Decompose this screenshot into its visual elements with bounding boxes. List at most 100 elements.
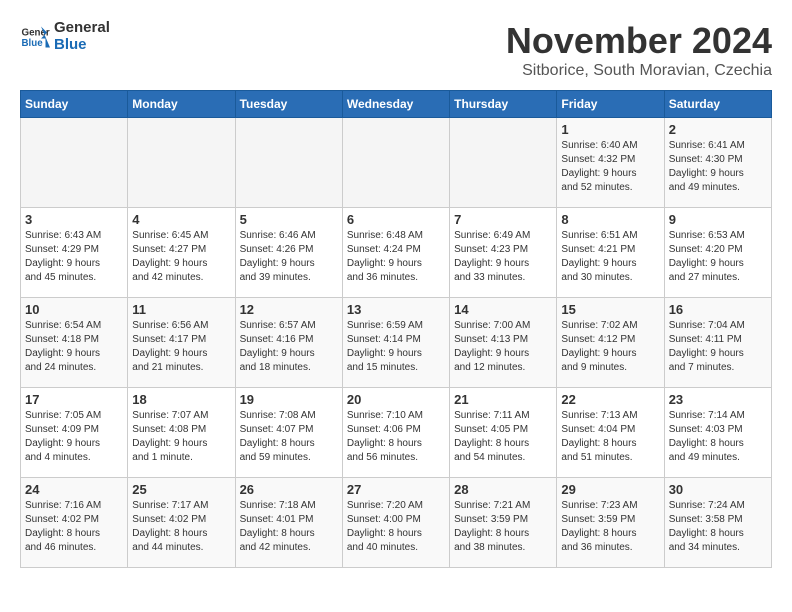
calendar-cell: 13 Sunrise: 6:59 AM Sunset: 4:14 PM Dayli… (342, 298, 449, 388)
logo-general: General (54, 20, 110, 37)
day-info: Sunrise: 7:21 AM Sunset: 3:59 PM Dayligh… (454, 499, 552, 555)
calendar-cell: 21Sunrise: 7:11 AM Sunset: 4:05 PM Dayli… (450, 388, 557, 478)
day-number: 9 (669, 212, 767, 227)
calendar-week-row: 17Sunrise: 7:05 AM Sunset: 4:09 PM Dayli… (21, 388, 772, 478)
location-title: Sitborice, South Moravian, Czechia (506, 62, 772, 80)
calendar-week-row: 10Sunrise: 6:54 AM Sunset: 4:18 PM Dayli… (21, 298, 772, 388)
weekday-header: Thursday (450, 91, 557, 118)
calendar-cell: 11 Sunrise: 6:56 AM Sunset: 4:17 PM Dayli… (128, 298, 235, 388)
calendar-cell: 23 Sunrise: 7:14 AM Sunset: 4:03 PM Dayli… (664, 388, 771, 478)
day-info: Sunrise: 7:07 AM Sunset: 4:08 PM Dayligh… (132, 409, 230, 465)
day-number: 13 (347, 302, 445, 317)
day-number: 2 (669, 122, 767, 137)
calendar-cell: 5 Sunrise: 6:46 AM Sunset: 4:26 PM Daylig… (235, 208, 342, 298)
calendar-cell: 19Sunrise: 7:08 AM Sunset: 4:07 PM Dayli… (235, 388, 342, 478)
calendar-cell: 12 Sunrise: 6:57 AM Sunset: 4:16 PM Dayli… (235, 298, 342, 388)
calendar-cell: 25 Sunrise: 7:17 AM Sunset: 4:02 PM Dayli… (128, 478, 235, 568)
weekday-header: Sunday (21, 91, 128, 118)
day-number: 14 (454, 302, 552, 317)
day-info: Sunrise: 6:43 AM Sunset: 4:29 PM Dayligh… (25, 229, 123, 285)
calendar-cell: 26Sunrise: 7:18 AM Sunset: 4:01 PM Dayli… (235, 478, 342, 568)
day-info: Sunrise: 7:23 AM Sunset: 3:59 PM Dayligh… (561, 499, 659, 555)
calendar-cell: 10Sunrise: 6:54 AM Sunset: 4:18 PM Dayli… (21, 298, 128, 388)
calendar-cell: 9 Sunrise: 6:53 AM Sunset: 4:20 PM Daylig… (664, 208, 771, 298)
month-title: November 2024 (506, 20, 772, 62)
day-info: Sunrise: 7:24 AM Sunset: 3:58 PM Dayligh… (669, 499, 767, 555)
day-number: 12 (240, 302, 338, 317)
calendar-cell (128, 118, 235, 208)
day-info: Sunrise: 6:56 AM Sunset: 4:17 PM Dayligh… (132, 319, 230, 375)
calendar-cell: 1Sunrise: 6:40 AM Sunset: 4:32 PM Daylig… (557, 118, 664, 208)
calendar-week-row: 3Sunrise: 6:43 AM Sunset: 4:29 PM Daylig… (21, 208, 772, 298)
day-info: Sunrise: 6:41 AM Sunset: 4:30 PM Dayligh… (669, 139, 767, 195)
day-number: 10 (25, 302, 123, 317)
day-info: Sunrise: 7:08 AM Sunset: 4:07 PM Dayligh… (240, 409, 338, 465)
weekday-header: Wednesday (342, 91, 449, 118)
calendar-week-row: 24 Sunrise: 7:16 AM Sunset: 4:02 PM Dayli… (21, 478, 772, 568)
day-number: 16 (669, 302, 767, 317)
day-number: 11 (132, 302, 230, 317)
day-info: Sunrise: 6:45 AM Sunset: 4:27 PM Dayligh… (132, 229, 230, 285)
calendar-cell (450, 118, 557, 208)
day-number: 1 (561, 122, 659, 137)
day-info: Sunrise: 7:02 AM Sunset: 4:12 PM Dayligh… (561, 319, 659, 375)
day-info: Sunrise: 7:20 AM Sunset: 4:00 PM Dayligh… (347, 499, 445, 555)
day-info: Sunrise: 7:10 AM Sunset: 4:06 PM Dayligh… (347, 409, 445, 465)
title-section: November 2024 Sitborice, South Moravian,… (506, 20, 772, 80)
day-number: 4 (132, 212, 230, 227)
logo-icon: General Blue (20, 25, 50, 49)
calendar-cell: 16 Sunrise: 7:04 AM Sunset: 4:11 PM Dayli… (664, 298, 771, 388)
day-number: 25 (132, 482, 230, 497)
calendar-cell: 28 Sunrise: 7:21 AM Sunset: 3:59 PM Dayli… (450, 478, 557, 568)
weekday-header: Saturday (664, 91, 771, 118)
calendar-cell: 20 Sunrise: 7:10 AM Sunset: 4:06 PM Dayli… (342, 388, 449, 478)
day-number: 15 (561, 302, 659, 317)
day-number: 28 (454, 482, 552, 497)
calendar-cell (235, 118, 342, 208)
day-number: 17 (25, 392, 123, 407)
calendar-cell: 24 Sunrise: 7:16 AM Sunset: 4:02 PM Dayli… (21, 478, 128, 568)
calendar-cell: 15 Sunrise: 7:02 AM Sunset: 4:12 PM Dayli… (557, 298, 664, 388)
calendar-body: 1Sunrise: 6:40 AM Sunset: 4:32 PM Daylig… (21, 118, 772, 568)
day-number: 20 (347, 392, 445, 407)
calendar-cell: 18 Sunrise: 7:07 AM Sunset: 4:08 PM Dayli… (128, 388, 235, 478)
weekday-header: Tuesday (235, 91, 342, 118)
calendar-cell: 4 Sunrise: 6:45 AM Sunset: 4:27 PM Daylig… (128, 208, 235, 298)
calendar-cell: 3Sunrise: 6:43 AM Sunset: 4:29 PM Daylig… (21, 208, 128, 298)
day-number: 6 (347, 212, 445, 227)
day-info: Sunrise: 6:49 AM Sunset: 4:23 PM Dayligh… (454, 229, 552, 285)
day-number: 7 (454, 212, 552, 227)
day-info: Sunrise: 7:04 AM Sunset: 4:11 PM Dayligh… (669, 319, 767, 375)
calendar-cell: 8Sunrise: 6:51 AM Sunset: 4:21 PM Daylig… (557, 208, 664, 298)
day-info: Sunrise: 6:48 AM Sunset: 4:24 PM Dayligh… (347, 229, 445, 285)
day-number: 22 (561, 392, 659, 407)
day-info: Sunrise: 6:57 AM Sunset: 4:16 PM Dayligh… (240, 319, 338, 375)
calendar-header-row: SundayMondayTuesdayWednesdayThursdayFrid… (21, 91, 772, 118)
day-number: 18 (132, 392, 230, 407)
logo: General Blue General Blue (20, 20, 110, 53)
day-number: 23 (669, 392, 767, 407)
calendar-cell (342, 118, 449, 208)
day-info: Sunrise: 7:17 AM Sunset: 4:02 PM Dayligh… (132, 499, 230, 555)
day-number: 5 (240, 212, 338, 227)
day-info: Sunrise: 6:53 AM Sunset: 4:20 PM Dayligh… (669, 229, 767, 285)
calendar-cell (21, 118, 128, 208)
calendar-cell: 14Sunrise: 7:00 AM Sunset: 4:13 PM Dayli… (450, 298, 557, 388)
svg-text:Blue: Blue (22, 38, 44, 49)
calendar-cell: 2 Sunrise: 6:41 AM Sunset: 4:30 PM Daylig… (664, 118, 771, 208)
day-info: Sunrise: 7:14 AM Sunset: 4:03 PM Dayligh… (669, 409, 767, 465)
calendar-table: SundayMondayTuesdayWednesdayThursdayFrid… (20, 90, 772, 568)
logo-blue: Blue (54, 37, 110, 54)
day-number: 29 (561, 482, 659, 497)
day-number: 26 (240, 482, 338, 497)
day-info: Sunrise: 7:13 AM Sunset: 4:04 PM Dayligh… (561, 409, 659, 465)
day-info: Sunrise: 7:16 AM Sunset: 4:02 PM Dayligh… (25, 499, 123, 555)
calendar-cell: 17Sunrise: 7:05 AM Sunset: 4:09 PM Dayli… (21, 388, 128, 478)
calendar-week-row: 1Sunrise: 6:40 AM Sunset: 4:32 PM Daylig… (21, 118, 772, 208)
day-info: Sunrise: 6:59 AM Sunset: 4:14 PM Dayligh… (347, 319, 445, 375)
day-number: 24 (25, 482, 123, 497)
day-info: Sunrise: 6:46 AM Sunset: 4:26 PM Dayligh… (240, 229, 338, 285)
page-header: General Blue General Blue November 2024 … (20, 20, 772, 80)
day-info: Sunrise: 7:11 AM Sunset: 4:05 PM Dayligh… (454, 409, 552, 465)
calendar-cell: 29 Sunrise: 7:23 AM Sunset: 3:59 PM Dayli… (557, 478, 664, 568)
